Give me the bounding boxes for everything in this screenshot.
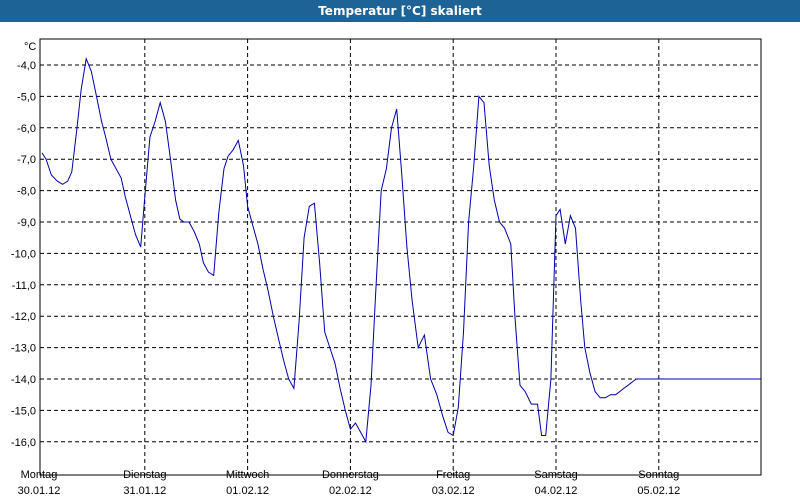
y-tick-label: -6,0 (17, 123, 36, 135)
y-tick-label: -8,0 (17, 186, 36, 198)
x-tick-date: 01.02.12 (226, 485, 269, 497)
plot-area (39, 38, 762, 476)
y-tick-label: -9,0 (17, 217, 36, 229)
y-axis-tick-labels: -4,0 -5,0 -6,0 -7,0 -8,0 -9,0 -10,0 -11,0 -12,0 -… (11, 60, 36, 449)
temperature-chart: -4,0 -5,0 -6,0 -7,0 -8,0 -9,0 -10,0 -11,0 -12,0 -… (11, 38, 762, 497)
y-tick-label: -7,0 (17, 154, 36, 166)
x-tick-day: Freitag (436, 469, 470, 481)
x-tick-day: Sonntag (638, 469, 679, 481)
y-tick-label: -10,0 (11, 248, 36, 260)
x-tick-date: 02.02.12 (329, 485, 372, 497)
y-tick-label: -15,0 (11, 405, 36, 417)
y-tick-label: -4,0 (17, 60, 36, 72)
x-tick-day: Mittwoch (226, 469, 269, 481)
chart-title-bar: Temperatur [°C] skaliert (0, 0, 800, 22)
x-tick-day: Samstag (534, 469, 577, 481)
x-tick-date: 31.01.12 (123, 485, 166, 497)
x-tick-date: 05.02.12 (637, 485, 680, 497)
chart-title: Temperatur [°C] skaliert (318, 4, 482, 18)
y-tick-label: -14,0 (11, 374, 36, 386)
y-tick-label: -12,0 (11, 311, 36, 323)
y-tick-label: -13,0 (11, 343, 36, 355)
x-tick-date: 30.01.12 (18, 485, 61, 497)
y-tick-label: -5,0 (17, 91, 36, 103)
x-tick-date: 03.02.12 (432, 485, 475, 497)
x-tick-day: Donnerstag (322, 469, 379, 481)
x-tick-day: Montag (21, 469, 58, 481)
x-tick-day: Dienstag (123, 469, 166, 481)
y-tick-label: -16,0 (11, 437, 36, 449)
y-axis-unit-label: °C (24, 41, 36, 53)
y-tick-label: -11,0 (12, 280, 36, 292)
x-tick-date: 04.02.12 (535, 485, 578, 497)
